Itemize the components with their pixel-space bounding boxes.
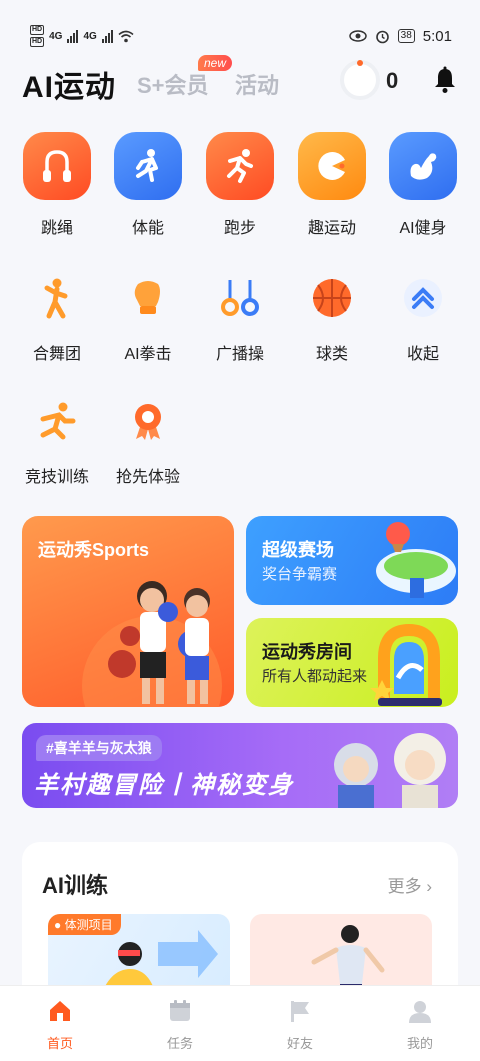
bottom-nav: 首页 任务 好友 我的 xyxy=(0,985,480,1061)
sports-show-card[interactable]: 运动秀Sports xyxy=(22,516,234,707)
stadium-illustration xyxy=(376,522,456,598)
nav-friends[interactable]: 好友 xyxy=(240,986,360,1061)
collapse-up-icon xyxy=(395,270,451,326)
nav-label: 任务 xyxy=(166,1036,193,1051)
dance-icon xyxy=(29,270,85,326)
promo-banner[interactable]: #喜羊羊与灰太狼 羊村趣冒险丨神秘变身 xyxy=(22,723,458,808)
status-bar: HD HD 4G 4G 38 5:01 xyxy=(0,0,480,58)
feature-label: AI健身 xyxy=(399,220,447,237)
feature-label: 体能 xyxy=(131,220,164,237)
jump-rope-icon xyxy=(23,132,91,200)
feature-fun-sport[interactable]: 趣运动 xyxy=(286,132,378,238)
feature-boxing[interactable]: AI拳击 xyxy=(102,270,194,364)
status-right: 38 5:01 xyxy=(348,14,452,58)
nav-me[interactable]: 我的 xyxy=(360,986,480,1061)
feature-label: 跑步 xyxy=(223,220,256,237)
feature-label: 趣运动 xyxy=(307,220,356,237)
ring-count: 0 xyxy=(386,68,399,93)
battery-icon: 38 xyxy=(397,29,415,43)
fitness-runner-icon xyxy=(114,132,182,200)
running-icon xyxy=(206,132,274,200)
muscle-arm-icon xyxy=(389,132,457,200)
feature-label: 球类 xyxy=(315,346,348,363)
network-2: 4G xyxy=(83,30,97,42)
feature-broadcast-exercise[interactable]: 广播操 xyxy=(194,270,286,364)
medal-icon xyxy=(120,393,176,449)
feature-label: 竞技训练 xyxy=(24,469,89,486)
nav-home[interactable]: 首页 xyxy=(0,986,120,1061)
feature-label: 收起 xyxy=(406,346,439,363)
portal-illustration xyxy=(370,623,442,706)
eye-icon xyxy=(348,30,367,42)
section-title: AI训练 xyxy=(42,873,109,898)
status-left: HD HD 4G 4G xyxy=(30,14,134,58)
sports-room-card[interactable]: 运动秀房间 所有人都动起来 xyxy=(246,618,458,707)
banner-tag: #喜羊羊与灰太狼 xyxy=(36,735,162,761)
feature-label: 合舞团 xyxy=(32,346,81,363)
room-card-title: 运动秀房间 xyxy=(262,642,352,662)
cartoon-sheep-illustration xyxy=(334,733,446,808)
tab-vip[interactable]: S+会员 xyxy=(137,68,209,100)
banner-title: 羊村趣冒险丨神秘变身 xyxy=(34,772,294,799)
tab-ai-sport[interactable]: AI运动 xyxy=(22,62,116,106)
feature-ai-fitness[interactable]: AI健身 xyxy=(377,132,469,238)
feature-fitness[interactable]: 体能 xyxy=(102,132,194,238)
basketball-icon xyxy=(304,270,360,326)
nav-tasks[interactable]: 任务 xyxy=(120,986,240,1061)
boxing-glove-icon xyxy=(120,270,176,326)
profile-icon xyxy=(409,1001,431,1023)
network-1: 4G xyxy=(49,30,63,42)
wifi-icon xyxy=(118,30,134,42)
calendar-icon xyxy=(170,1000,190,1021)
feature-label: AI拳击 xyxy=(124,346,172,363)
feature-dance[interactable]: 合舞团 xyxy=(11,270,103,364)
alarm-icon xyxy=(375,30,389,43)
feature-ball-games[interactable]: 球类 xyxy=(286,270,378,364)
feature-jump-rope[interactable]: 跳绳 xyxy=(11,132,103,238)
ai-training-section: AI训练 更多 › ● 体测项目 xyxy=(22,842,458,1004)
bell-icon[interactable] xyxy=(432,66,458,94)
more-link[interactable]: 更多 › xyxy=(388,872,432,897)
super-card-title: 超级赛场 xyxy=(262,540,334,560)
nav-label: 首页 xyxy=(46,1036,73,1051)
feature-early-access[interactable]: 抢先体验 xyxy=(102,393,194,487)
boxers-illustration xyxy=(82,581,222,707)
feature-label: 抢先体验 xyxy=(115,469,180,486)
feature-running[interactable]: 跑步 xyxy=(194,132,286,238)
rings-icon xyxy=(212,270,268,326)
clock: 5:01 xyxy=(422,27,452,45)
super-card-subtitle: 奖台争霸赛 xyxy=(262,566,338,583)
flag-icon xyxy=(291,1001,309,1022)
new-badge: new xyxy=(198,55,233,71)
tab-activity[interactable]: 活动 xyxy=(235,68,279,100)
feature-label: 广播操 xyxy=(215,346,264,363)
hd-icon: HD HD xyxy=(30,25,45,47)
chevron-right-icon: › xyxy=(426,877,432,896)
nav-label: 好友 xyxy=(286,1036,313,1051)
signal-icon xyxy=(101,29,113,43)
more-label: 更多 xyxy=(387,877,422,896)
super-arena-card[interactable]: 超级赛场 奖台争霸赛 xyxy=(246,516,458,605)
app-header: AI运动 S+会员 new 活动 0 xyxy=(0,55,480,106)
feature-competitive-training[interactable]: 竞技训练 xyxy=(11,393,103,487)
nav-label: 我的 xyxy=(406,1036,433,1051)
feature-collapse[interactable]: 收起 xyxy=(377,270,469,364)
feature-label: 跳绳 xyxy=(40,220,73,237)
home-icon xyxy=(50,1001,70,1021)
signal-icon xyxy=(67,29,79,43)
room-card-subtitle: 所有人都动起来 xyxy=(262,668,368,685)
skater-icon xyxy=(29,393,85,449)
activity-ring-icon[interactable] xyxy=(340,60,380,100)
fun-sport-icon xyxy=(298,132,366,200)
